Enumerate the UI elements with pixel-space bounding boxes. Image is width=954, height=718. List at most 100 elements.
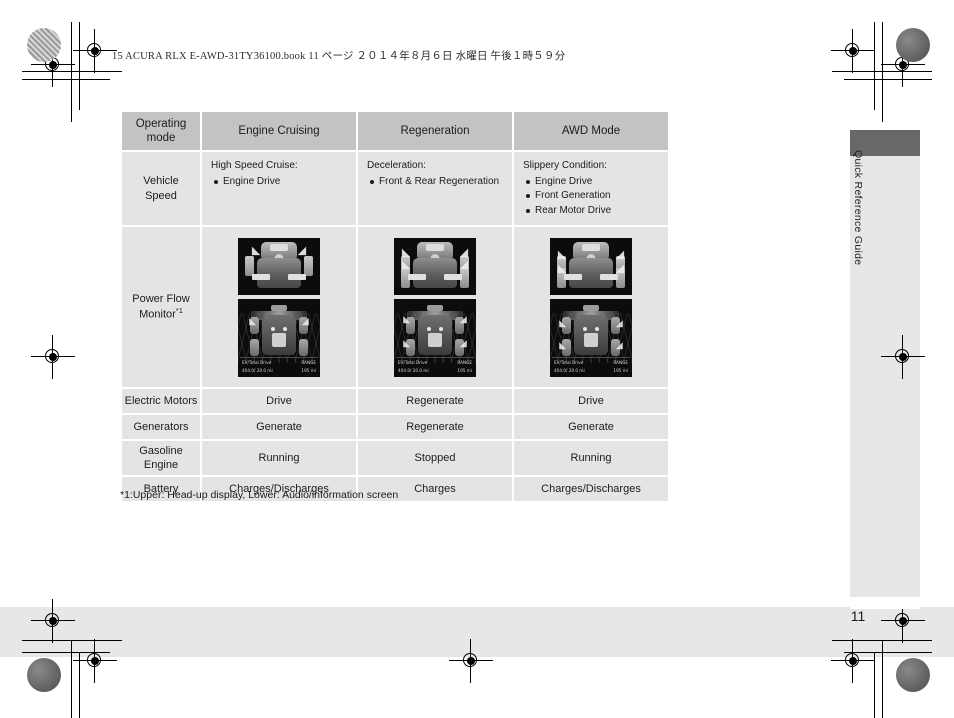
head-up-display-image — [394, 237, 476, 295]
registration-mark — [73, 639, 117, 683]
row-label-gasoline-engine: Gasoline Engine — [122, 441, 200, 475]
page-number: 11 — [850, 608, 866, 624]
display-right-title: RANGE — [301, 359, 316, 365]
list-item: Engine Drive — [214, 175, 350, 190]
bullet-list: Engine Drive — [211, 175, 350, 190]
row-label-line1: Vehicle — [143, 175, 179, 188]
registration-mark — [881, 599, 925, 643]
row-label-line2: Engine — [143, 459, 179, 471]
footnote-ref: *1 — [175, 306, 183, 316]
row-label-electric-motors: Electric Motors — [122, 389, 200, 413]
display-readout: EV/Total Drive RANGE 404.0/ 20.0 mi 195 … — [552, 356, 630, 375]
column-header-operating-mode: Operating mode — [122, 112, 200, 150]
crop-rule — [22, 71, 122, 72]
audio-information-screen-image: EV/Total Drive RANGE 404.0/ 20.0 mi 195 … — [238, 298, 320, 377]
table-row: Electric Motors Drive Regenerate Drive — [122, 389, 668, 413]
book-header-line: 15 ACURA RLX E-AWD-31TY36100.book 11 ページ… — [112, 51, 566, 62]
cell-electric-motors-engine-cruising: Drive — [202, 389, 356, 413]
crop-rule — [874, 22, 875, 110]
cell-vehicle-speed-engine-cruising: High Speed Cruise: Engine Drive — [202, 152, 356, 225]
cell-generators-regeneration: Regenerate — [358, 415, 512, 439]
table-header-row: Operating mode Engine Cruising Regenerat… — [122, 112, 668, 150]
registration-mark — [73, 29, 117, 73]
bullet-list: Front & Rear Regeneration — [367, 175, 506, 190]
crop-rule — [22, 79, 110, 80]
crop-rule — [22, 640, 122, 641]
registration-mark — [449, 639, 493, 683]
color-control-patch — [27, 658, 61, 692]
display-left-title: EV/Total Drive — [554, 359, 584, 365]
row-label-generators: Generators — [122, 415, 200, 439]
registration-mark — [31, 599, 75, 643]
row-label-line1: Power Flow — [132, 292, 190, 305]
list-item: Front & Rear Regeneration — [370, 175, 506, 190]
bullet-list: Engine Drive Front Generation Rear Motor… — [523, 175, 662, 219]
table-row: Generators Generate Regenerate Generate — [122, 415, 668, 439]
row-label-line2: Monitor — [139, 308, 176, 321]
registration-mark — [881, 335, 925, 379]
table-row: Power Flow Monitor*1 EV/Total Drive RANG… — [122, 227, 668, 387]
table-row: Vehicle Speed High Speed Cruise: Engine … — [122, 152, 668, 225]
display-readout: EV/Total Drive RANGE 404.0/ 20.0 mi 195 … — [396, 356, 474, 375]
cell-power-flow-awd-mode: EV/Total Drive RANGE 404.0/ 20.0 mi 195 … — [514, 227, 668, 387]
footnote-text: *1:Upper: Head-up display, Lower: Audio/… — [120, 489, 399, 501]
head-up-display-image — [238, 237, 320, 295]
registration-mark — [31, 335, 75, 379]
list-item: Engine Drive — [526, 175, 662, 190]
column-header-line1: Operating — [135, 117, 187, 130]
color-control-patch — [896, 658, 930, 692]
crop-rule — [79, 652, 80, 718]
row-label-line2: Speed — [145, 189, 177, 202]
cell-electric-motors-awd-mode: Drive — [514, 389, 668, 413]
display-left-value: 404.0/ 20.0 mi — [242, 367, 273, 373]
display-left-value: 404.0/ 20.0 mi — [398, 367, 429, 373]
column-header-awd-mode: AWD Mode — [514, 112, 668, 150]
crop-rule — [79, 22, 80, 110]
display-right-title: RANGE — [613, 359, 628, 365]
crop-rule — [874, 652, 875, 718]
power-flow-stack: EV/Total Drive RANGE 404.0/ 20.0 mi 195 … — [514, 237, 668, 377]
registration-mark — [831, 639, 875, 683]
column-header-regeneration: Regeneration — [358, 112, 512, 150]
registration-mark — [831, 29, 875, 73]
operating-mode-table: Operating mode Engine Cruising Regenerat… — [120, 110, 670, 503]
power-flow-stack: EV/Total Drive RANGE 404.0/ 20.0 mi 195 … — [358, 237, 512, 377]
color-control-patch — [27, 28, 61, 62]
side-tab-label: Quick Reference Guide — [852, 150, 864, 266]
row-label-vehicle-speed: Vehicle Speed — [122, 152, 200, 225]
display-left-value: 404.0/ 20.0 mi — [554, 367, 585, 373]
cell-gasoline-engine-engine-cruising: Running — [202, 441, 356, 475]
crop-rule — [832, 71, 932, 72]
display-left-title: EV/Total Drive — [242, 359, 272, 365]
cell-power-flow-regeneration: EV/Total Drive RANGE 404.0/ 20.0 mi 195 … — [358, 227, 512, 387]
color-control-patch — [896, 28, 930, 62]
crop-rule — [832, 640, 932, 641]
display-right-value: 195 mi — [613, 367, 628, 373]
display-readout: EV/Total Drive RANGE 404.0/ 20.0 mi 195 … — [240, 356, 318, 375]
display-right-value: 195 mi — [301, 367, 316, 373]
list-item: Rear Motor Drive — [526, 204, 662, 219]
cell-caption: High Speed Cruise: — [211, 160, 298, 171]
cell-generators-awd-mode: Generate — [514, 415, 668, 439]
cell-electric-motors-regeneration: Regenerate — [358, 389, 512, 413]
cell-gasoline-engine-awd-mode: Running — [514, 441, 668, 475]
cell-battery-awd-mode: Charges/Discharges — [514, 477, 668, 501]
display-right-value: 195 mi — [457, 367, 472, 373]
cell-gasoline-engine-regeneration: Stopped — [358, 441, 512, 475]
cell-caption: Slippery Condition: — [523, 160, 607, 171]
cell-vehicle-speed-regeneration: Deceleration: Front & Rear Regeneration — [358, 152, 512, 225]
display-right-title: RANGE — [457, 359, 472, 365]
head-up-display-image — [550, 237, 632, 295]
column-header-engine-cruising: Engine Cruising — [202, 112, 356, 150]
cell-power-flow-engine-cruising: EV/Total Drive RANGE 404.0/ 20.0 mi 195 … — [202, 227, 356, 387]
page-canvas: Quick Reference Guide 15 ACURA RLX E-AWD… — [0, 0, 954, 718]
cell-vehicle-speed-awd-mode: Slippery Condition: Engine Drive Front G… — [514, 152, 668, 225]
crop-rule — [882, 22, 883, 122]
power-flow-stack: EV/Total Drive RANGE 404.0/ 20.0 mi 195 … — [202, 237, 356, 377]
audio-information-screen-image: EV/Total Drive RANGE 404.0/ 20.0 mi 195 … — [394, 298, 476, 377]
cell-caption: Deceleration: — [367, 160, 426, 171]
crop-rule — [71, 22, 72, 122]
table-row: Gasoline Engine Running Stopped Running — [122, 441, 668, 475]
list-item: Front Generation — [526, 189, 662, 204]
crop-rule — [844, 79, 932, 80]
